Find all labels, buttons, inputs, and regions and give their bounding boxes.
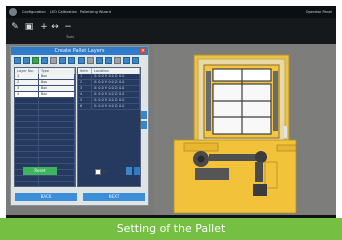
item-no-cell: 4 — [78, 92, 92, 97]
edit-layer-icon[interactable] — [41, 57, 48, 64]
edit-item-icon[interactable] — [105, 57, 112, 64]
layer-no-cell: 1 — [15, 74, 39, 79]
item-location-cell: X: 0.0 Y: 0.0 Z: 0.0 — [92, 74, 140, 79]
tab-palletizing-wizard[interactable]: Palletizing Wizard — [80, 10, 111, 14]
caption-banner: Setting of the Pallet — [0, 218, 342, 240]
copy-layer-icon[interactable] — [23, 57, 30, 64]
add-layer-icon[interactable] — [32, 57, 39, 64]
layer-export-icon[interactable] — [68, 57, 75, 64]
move-up-icon[interactable] — [78, 57, 85, 64]
app-frame: Configuration LEO Calibration Palletizin… — [0, 0, 342, 240]
tab-calibration[interactable]: LEO Calibration — [50, 10, 77, 14]
layer-no-cell: 4 — [15, 92, 39, 97]
remove-icon[interactable]: − — [63, 22, 73, 32]
view-toggle-button[interactable] — [126, 167, 132, 175]
create-pallet-layers-dialog: Create Pallet Layers × Layer No. Type 1 … — [10, 46, 149, 206]
layer-type-cell: Box — [39, 80, 75, 85]
add-icon[interactable]: + — [39, 22, 49, 32]
item-settings-icon[interactable] — [123, 57, 130, 64]
item-no-cell: 5 — [78, 98, 92, 103]
item-no-cell: 1 — [78, 74, 92, 79]
title-bar-right-text: Operator Panel — [305, 10, 332, 14]
layer-no-cell: 2 — [15, 80, 39, 85]
pen-icon[interactable]: ✎ — [10, 22, 20, 32]
item-export-icon[interactable] — [132, 57, 139, 64]
item-location-cell: X: 0.0 Y: 0.0 Z: 0.0 — [92, 92, 140, 97]
layer-type-cell: Box — [39, 86, 75, 91]
app-logo-icon — [9, 8, 17, 16]
toolbar: ✎ ▣ + ↔ − Tools — [6, 18, 336, 44]
scroll-up-button[interactable] — [141, 111, 147, 119]
reset-button[interactable]: Reset — [23, 167, 57, 175]
next-button[interactable]: NEXT — [83, 193, 145, 201]
scene-render — [173, 54, 297, 214]
new-layer-icon[interactable] — [14, 57, 21, 64]
title-bar: Configuration LEO Calibration Palletizin… — [6, 6, 336, 18]
back-button[interactable]: BACK — [15, 193, 77, 201]
empty-row — [15, 182, 75, 186]
layer-no-cell: 3 — [15, 86, 39, 91]
item-location-cell: X: 0.0 Y: 0.0 Z: 0.0 — [92, 80, 140, 85]
tab-configuration[interactable]: Configuration — [22, 10, 46, 14]
close-icon[interactable]: × — [140, 48, 146, 54]
move-down-icon[interactable] — [87, 57, 94, 64]
item-location-cell: X: 0.0 Y: 0.0 Z: 0.0 — [92, 86, 140, 91]
item-no-cell: 3 — [78, 86, 92, 91]
layer-type-cell: Box — [39, 74, 75, 79]
3d-viewport[interactable] — [153, 44, 336, 215]
move-icon[interactable]: ↔ — [50, 22, 60, 32]
item-location-cell: X: 0.0 Y: 0.0 Z: 0.0 — [92, 104, 140, 109]
layer-type-cell: Box — [39, 92, 75, 97]
map-label: Map — [101, 169, 109, 173]
layer-settings-icon[interactable] — [59, 57, 66, 64]
delete-layer-icon[interactable] — [50, 57, 57, 64]
save-icon[interactable]: ▣ — [24, 22, 34, 32]
dialog-title: Create Pallet Layers — [11, 47, 148, 55]
item-location-cell: X: 0.0 Y: 0.0 Z: 0.0 — [92, 98, 140, 103]
pallet-model — [193, 54, 290, 150]
scroll-down-button[interactable] — [141, 121, 147, 129]
item-row[interactable]: 6 X: 0.0 Y: 0.0 Z: 0.0 — [78, 104, 140, 110]
item-no-cell: 6 — [78, 104, 92, 109]
view-mode-button[interactable] — [134, 167, 140, 175]
item-no-cell: 2 — [78, 80, 92, 85]
toolbar-group-label: Tools — [66, 35, 75, 39]
add-item-icon[interactable] — [96, 57, 103, 64]
delete-item-icon[interactable] — [114, 57, 121, 64]
